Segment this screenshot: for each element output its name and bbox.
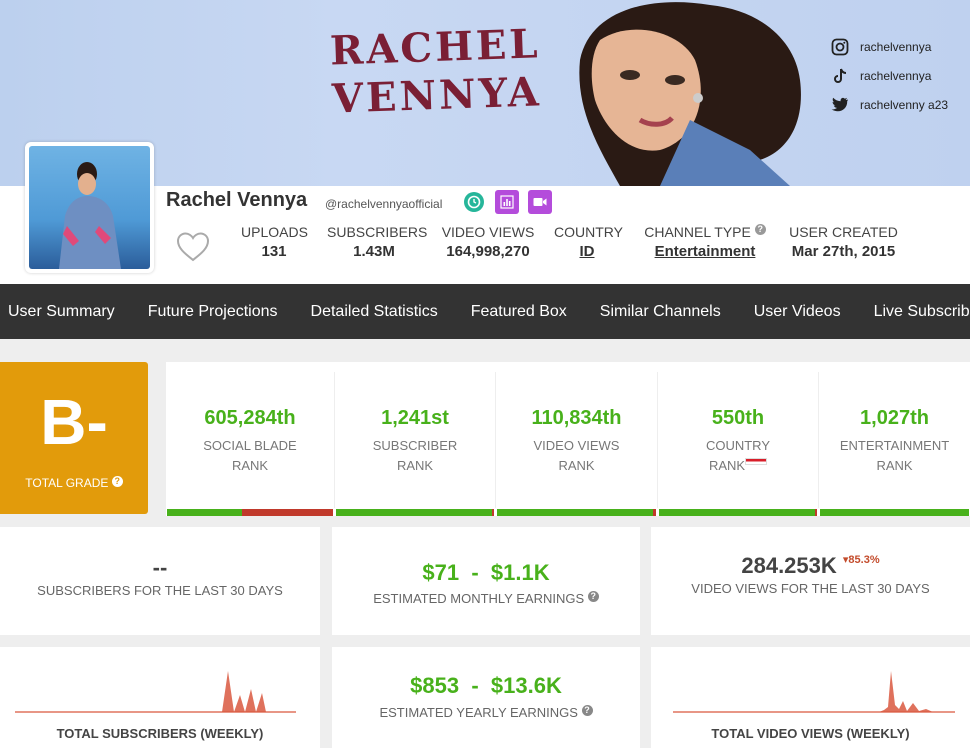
card-yearly-earnings: $853 - $13.6K ESTIMATED YEARLY EARNINGS …	[332, 647, 640, 748]
grade-label: TOTAL GRADE	[25, 476, 109, 490]
ranks-panel: 605,284th SOCIAL BLADE RANK 1,241st SUBSC…	[166, 362, 970, 516]
help-icon[interactable]: ?	[754, 224, 766, 235]
total-grade-box: B- TOTAL GRADE ?	[0, 362, 148, 514]
channel-type-link[interactable]: Entertainment	[641, 243, 769, 260]
badge-video[interactable]	[528, 190, 552, 214]
grade-letter: B-	[40, 386, 108, 458]
rank-video-views: 110,834th VIDEO VIEWS RANK	[496, 362, 657, 516]
instagram-icon	[830, 37, 850, 57]
rank-progress-bar	[167, 509, 333, 516]
weekly-subscribers-sparkline[interactable]	[0, 647, 320, 717]
avatar	[25, 142, 154, 273]
banner-title: RACHEL VENNYA	[329, 20, 543, 123]
stat-subscribers: SUBSCRIBERS 1.43M	[327, 224, 428, 260]
clock-icon	[464, 192, 484, 212]
nav-user-summary[interactable]: User Summary	[0, 303, 123, 321]
card-video-views-30-days: 284.253K ▾85.3% VIDEO VIEWS FOR THE LAST…	[651, 527, 970, 635]
stat-user-created: USER CREATED Mar 27th, 2015	[789, 224, 898, 260]
nav-future-projections[interactable]: Future Projections	[140, 303, 286, 321]
card-weekly-subscribers: TOTAL SUBSCRIBERS (WEEKLY)	[0, 647, 320, 748]
badge-clock[interactable]	[462, 190, 486, 214]
rank-bar-green	[167, 509, 242, 516]
card-weekly-video-views: TOTAL VIDEO VIEWS (WEEKLY)	[651, 647, 970, 748]
rank-social-blade: 605,284th SOCIAL BLADE RANK	[166, 362, 334, 516]
rank-progress-bar	[497, 509, 656, 516]
nav-similar-channels[interactable]: Similar Channels	[592, 303, 729, 321]
help-icon[interactable]: ?	[111, 476, 123, 487]
social-twitter[interactable]: rachelvenny a23	[830, 90, 970, 119]
rank-bar-red	[815, 509, 817, 516]
nav-featured-box[interactable]: Featured Box	[463, 303, 575, 321]
section-nav: User Summary Future Projections Detailed…	[0, 284, 970, 339]
social-tiktok[interactable]: rachelvennya	[830, 61, 970, 90]
channel-handle: @rachelvennyaofficial	[325, 197, 443, 211]
tiktok-icon	[830, 66, 850, 86]
stat-uploads: UPLOADS 131	[241, 224, 308, 260]
help-icon[interactable]: ?	[581, 705, 593, 716]
twitter-icon	[830, 95, 850, 115]
card-monthly-earnings: $71 - $1.1K ESTIMATED MONTHLY EARNINGS ?	[332, 527, 640, 635]
rank-entertainment: 1,027th ENTERTAINMENT RANK	[819, 362, 970, 516]
rank-bar-green	[336, 509, 493, 516]
card-subscribers-30-days: -- SUBSCRIBERS FOR THE LAST 30 DAYS	[0, 527, 320, 635]
nav-live-subscribe[interactable]: Live Subscribe	[866, 303, 970, 321]
rank-progress-bar	[336, 509, 494, 516]
badge-stats[interactable]	[495, 190, 519, 214]
bar-chart-icon	[500, 195, 514, 209]
rank-bar-green	[497, 509, 653, 516]
rank-subscriber: 1,241st SUBSCRIBER RANK	[335, 362, 495, 516]
nav-detailed-statistics[interactable]: Detailed Statistics	[303, 303, 446, 321]
rank-progress-bar	[820, 509, 969, 516]
percent-change: ▾85.3%	[842, 554, 880, 566]
rank-bar-red	[492, 509, 494, 516]
country-link[interactable]: ID	[554, 243, 620, 260]
video-camera-icon	[533, 198, 547, 206]
stat-video-views: VIDEO VIEWS 164,998,270	[441, 224, 535, 260]
rank-progress-bar	[659, 509, 817, 516]
avatar-portrait	[59, 162, 121, 269]
rank-bar-red	[241, 509, 333, 516]
rank-bar-green	[659, 509, 816, 516]
channel-name: Rachel Vennya	[166, 189, 308, 211]
rank-bar-green	[820, 509, 969, 516]
stat-country: COUNTRY ID	[554, 224, 623, 260]
help-icon[interactable]: ?	[587, 591, 599, 602]
rank-bar-red	[652, 509, 656, 516]
banner-portrait	[579, 2, 801, 186]
weekly-views-sparkline[interactable]	[651, 647, 970, 717]
social-links: rachelvennya rachelvennya rachelvenny a2…	[830, 32, 970, 119]
rank-country: 550th COUNTRY RANK	[658, 362, 818, 516]
social-instagram[interactable]: rachelvennya	[830, 32, 970, 61]
indonesia-flag-icon	[745, 458, 768, 465]
stat-channel-type: CHANNEL TYPE ? Entertainment	[641, 224, 769, 260]
favorite-heart-icon[interactable]	[176, 232, 210, 267]
nav-user-videos[interactable]: User Videos	[746, 303, 849, 321]
